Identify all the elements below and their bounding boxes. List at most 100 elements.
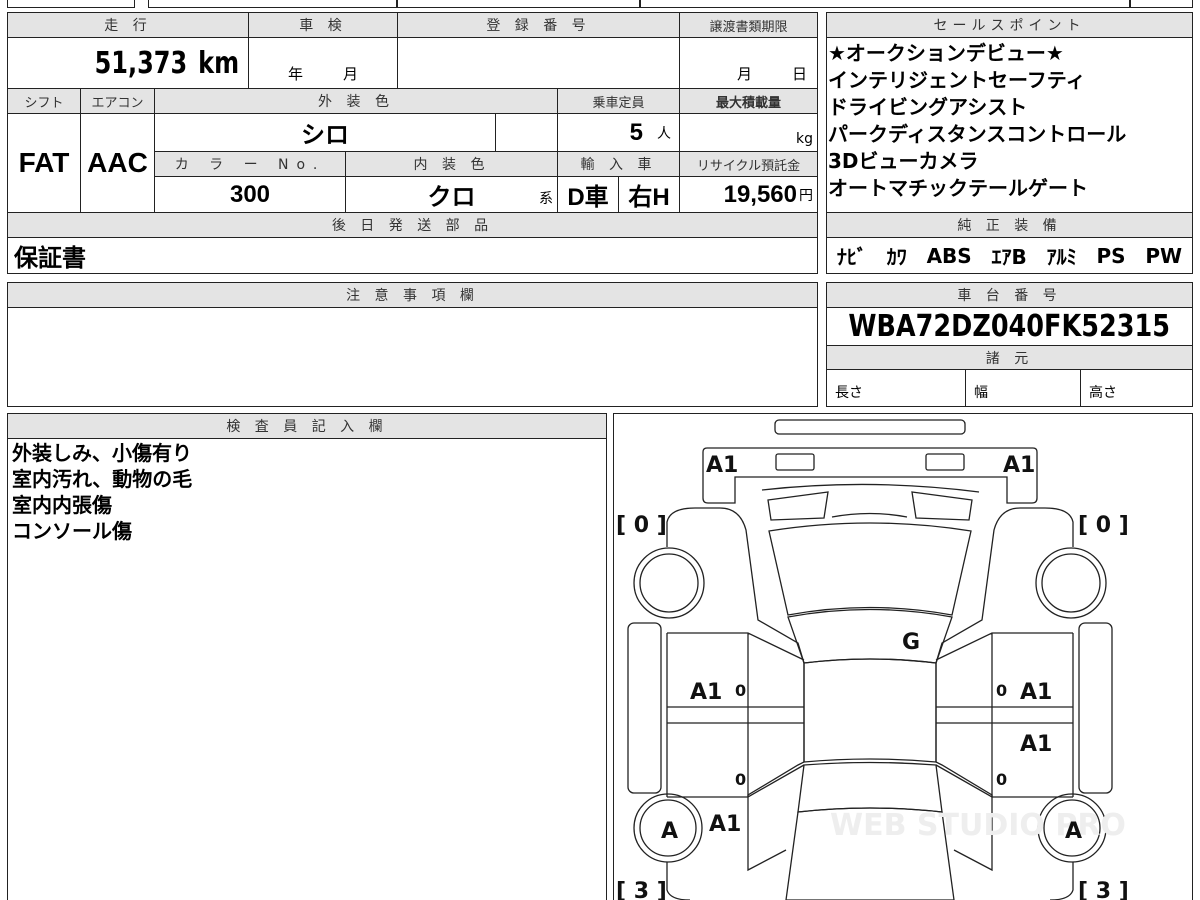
tire-fl-depth: [ 0 ] <box>616 513 667 538</box>
sales-points-header: セールスポイント <box>826 12 1193 38</box>
inspector-line: 室内汚れ、動物の毛 <box>12 467 193 491</box>
door-fl-grade: A1 <box>690 680 722 705</box>
inspector-line: コンソール傷 <box>12 519 132 543</box>
top-strip-cell <box>640 0 1130 8</box>
wheel-rl-grade: A <box>661 819 678 844</box>
sales-point: オートマチックテールゲート <box>828 176 1088 200</box>
inspection-value: 年月 <box>248 37 398 89</box>
tire-rr-value: 3 <box>1096 879 1111 900</box>
max-load-value: kg <box>679 113 818 152</box>
wheel-fl-outer <box>633 547 705 619</box>
tire-rl-depth: [ 3 ] <box>616 879 667 900</box>
ac-value: AAC <box>80 113 155 213</box>
top-strip-cell <box>148 0 397 8</box>
rear-quarter-right <box>1049 862 1074 900</box>
auction-sheet: 走 行 車 検 登 録 番 号 譲渡書類期限 51,373 km 年月 月日 シフ… <box>0 0 1200 900</box>
mileage-header: 走 行 <box>7 12 249 38</box>
equipment-item: ｶﾜ <box>886 245 907 269</box>
door-fr-grade: A1 <box>1020 680 1052 705</box>
ac-header: エアコン <box>80 88 155 114</box>
exterior-color-header: 外 装 色 <box>154 88 558 114</box>
front-bumper <box>702 447 1038 504</box>
capacity-number: 5 <box>629 118 643 146</box>
exterior-color-value: シロ <box>154 113 496 152</box>
color-no-header: カ ラ ー No. <box>154 151 346 177</box>
equipment-header: 純 正 装 備 <box>826 212 1193 238</box>
equipment-item: PS <box>1096 243 1126 268</box>
sales-point: パークディスタンスコントロール <box>828 122 1127 146</box>
later-parts-value: 保証書 <box>7 237 818 274</box>
mileage-value: 51,373 km <box>7 37 249 89</box>
wheel-rr-grade: A <box>1065 819 1082 844</box>
color-no-value: 300 <box>154 176 346 213</box>
max-load-header: 最大積載量 <box>679 88 818 114</box>
shift-value: FAT <box>7 113 81 213</box>
later-parts-header: 後 日 発 送 部 品 <box>7 212 818 238</box>
rear-spoiler <box>774 419 966 435</box>
mileage-unit: km <box>197 45 239 81</box>
day-label: 日 <box>791 65 807 83</box>
car-diagram: WEB STUDIO PRO A1 A1 [ 0 ] [ 0 ] [ 3 ] [… <box>616 419 1129 900</box>
month-label: 月 <box>736 65 752 83</box>
dent-mark: 0 <box>735 770 746 789</box>
shift-header: シフト <box>7 88 81 114</box>
transfer-deadline-header: 譲渡書類期限 <box>679 12 818 38</box>
sales-point: ★オークションデビュー★ <box>828 41 1064 65</box>
headlight-right <box>911 491 973 521</box>
rear-window <box>797 761 943 813</box>
inspector-line: 外装しみ、小傷有り <box>12 441 192 465</box>
width-cell: 幅 <box>965 369 1081 407</box>
import-header: 輸 入 車 <box>557 151 680 177</box>
front-right-grade: A1 <box>1003 453 1035 478</box>
month-label: 月 <box>343 65 359 83</box>
wheel-fr-outer <box>1035 547 1107 619</box>
recycle-number: 19,560 <box>723 180 797 208</box>
top-strip-cell <box>1130 0 1193 8</box>
registration-header: 登 録 番 号 <box>397 12 680 38</box>
length-cell: 長さ <box>826 369 966 407</box>
exterior-color-extra <box>495 113 558 152</box>
tire-fr-depth: [ 0 ] <box>1078 513 1129 538</box>
registration-value <box>397 37 680 89</box>
wheel-fl-inner <box>639 553 699 613</box>
dent-mark: 0 <box>996 770 1007 789</box>
equipment-item: ABS <box>926 243 972 268</box>
vin-text: WBA72DZ040FK52315 <box>848 309 1171 344</box>
hood-edge <box>761 483 980 493</box>
capacity-header: 乗車定員 <box>557 88 680 114</box>
sales-point: インテリジェントセーフティ <box>828 68 1086 92</box>
quarter-left-grade: A1 <box>709 812 741 837</box>
import-dealer-value: D車 <box>557 176 619 213</box>
rear-quarter-left <box>666 862 691 900</box>
fog-light-left <box>775 453 815 471</box>
hood <box>768 522 972 616</box>
grille-line <box>831 512 908 518</box>
tire-rl-value: 3 <box>634 879 649 900</box>
year-label: 年 <box>287 65 303 83</box>
interior-color-suffix: 系 <box>539 191 553 207</box>
interior-color-text: クロ <box>427 184 476 211</box>
side-sill-left <box>627 622 662 794</box>
transfer-deadline-value: 月日 <box>679 37 818 89</box>
headlight-left <box>767 491 829 521</box>
roof <box>803 658 937 763</box>
fog-light-right <box>925 453 965 471</box>
notes-body <box>7 307 818 407</box>
chassis-header: 車 台 番 号 <box>826 282 1193 308</box>
spec-header: 諸 元 <box>826 345 1193 370</box>
windshield <box>787 608 953 664</box>
side-sill-right <box>1078 622 1113 794</box>
height-cell: 高さ <box>1080 369 1193 407</box>
tire-fl-value: 0 <box>634 513 649 538</box>
recycle-unit: 円 <box>799 187 813 204</box>
windshield-grade: G <box>902 630 920 655</box>
top-strip-cell <box>397 0 640 8</box>
equipment-item: ﾅﾋﾞ <box>836 245 867 269</box>
tire-rr-depth: [ 3 ] <box>1078 879 1129 900</box>
vin-value: WBA72DZ040FK52315 <box>826 307 1193 346</box>
notes-header: 注 意 事 項 欄 <box>7 282 818 308</box>
dent-mark: 0 <box>735 681 746 700</box>
steering-value: 右H <box>618 176 680 213</box>
recycle-value: 19,560 円 <box>679 176 818 213</box>
top-strip-cell <box>7 0 135 8</box>
